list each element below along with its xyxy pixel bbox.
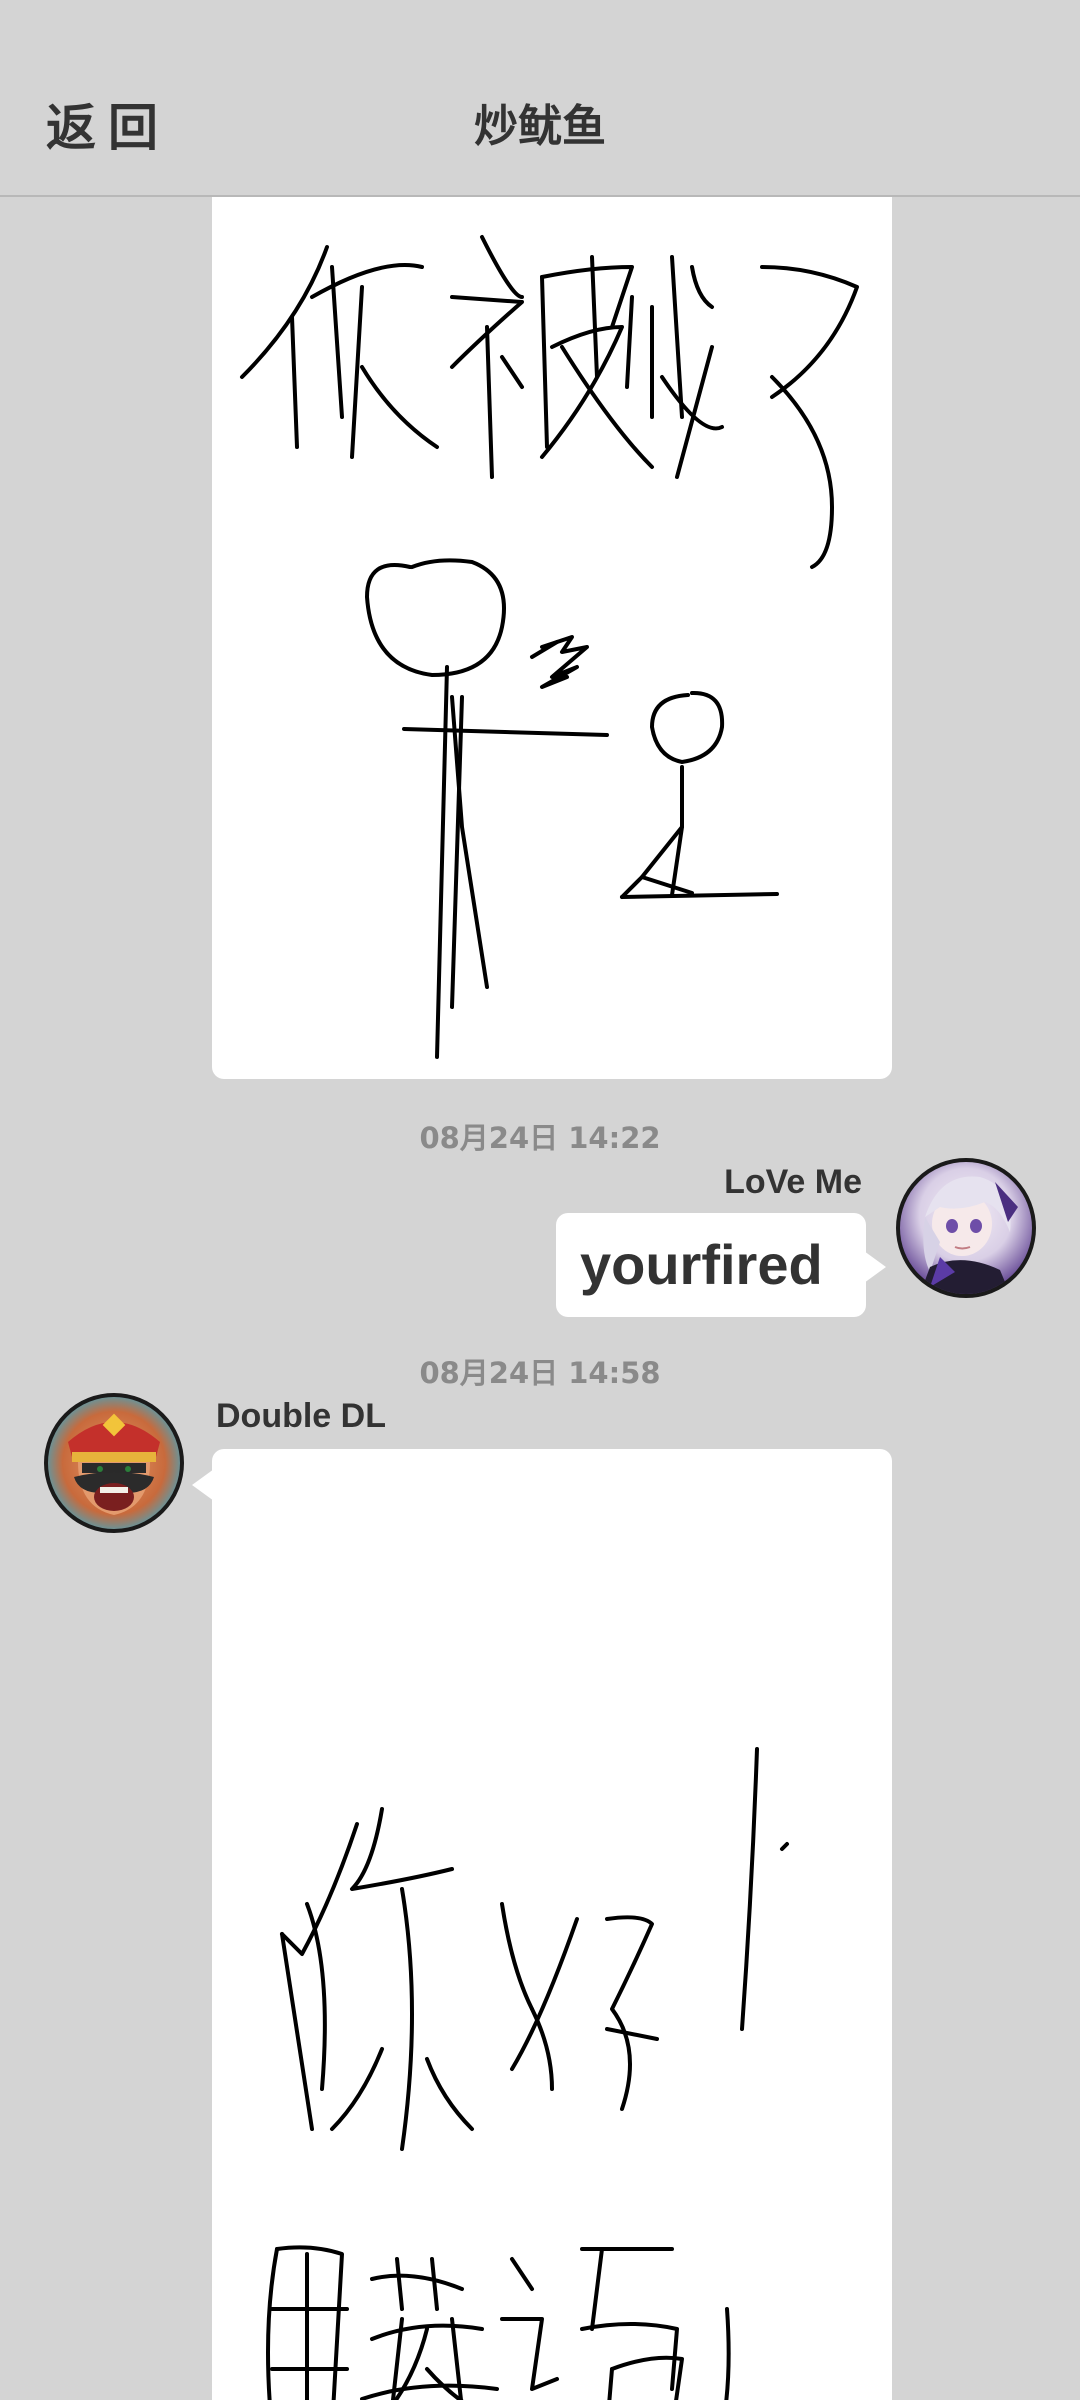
anime-girl-avatar[interactable] [896,1158,1036,1298]
message-text: yourfired [580,1233,823,1296]
king-character-avatar-icon [68,1413,160,1515]
handwritten-drawing-you-are-fired [240,235,859,1059]
chat-title: 炒鱿鱼 [474,101,606,152]
anime-girl-avatar-icon [920,1176,1018,1294]
top-bar: 返回 炒鱿鱼 [0,0,1080,197]
king-character-avatar[interactable] [44,1393,184,1533]
message-timestamp: 08月24日 14:58 [419,1356,661,1390]
chat-message-list[interactable]: 08月24日 14:22 LoVe Me yourfired 08月24日 14… [0,197,1080,2400]
sender-name: Double DL [216,1397,386,1435]
handwritten-drawing-you-are-fired-in-english [266,1747,789,2400]
drawing-message[interactable] [212,197,892,1079]
drawing-message[interactable] [212,1449,892,2400]
message-timestamp: 08月24日 14:22 [419,1121,661,1155]
bubble-tail [864,1251,886,1283]
sender-name: LoVe Me [724,1163,862,1201]
bubble-tail [192,1469,214,1501]
